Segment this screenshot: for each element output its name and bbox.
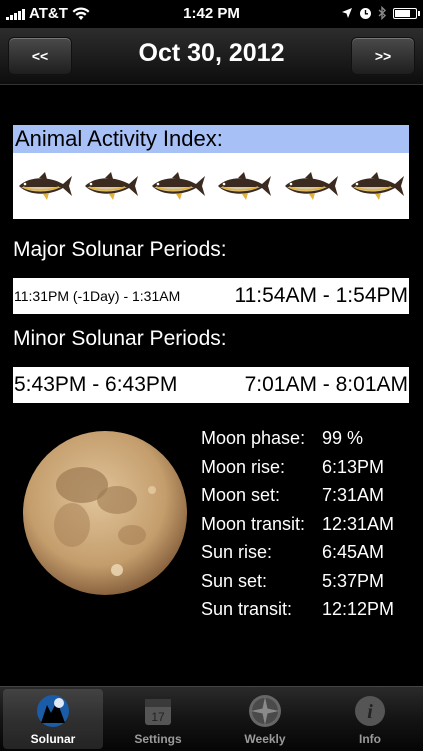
sun-transit-value: 12:12PM: [322, 599, 395, 619]
major-periods-title: Major Solunar Periods:: [13, 238, 227, 261]
solunar-icon: [37, 695, 69, 727]
tab-info-label: Info: [359, 732, 381, 746]
info-row: Sun set: 5:37PM: [201, 571, 411, 600]
info-row: Sun rise: 6:45AM: [201, 542, 411, 571]
svg-text:17: 17: [151, 710, 165, 724]
calendar-icon: 17: [145, 699, 171, 725]
status-right: [341, 6, 420, 20]
moon-phase-image: [23, 431, 187, 595]
minor-periods-title: Minor Solunar Periods:: [13, 327, 227, 350]
moon-rise-value: 6:13PM: [322, 456, 385, 477]
svg-text:i: i: [367, 701, 373, 723]
tuna-fish-icon: [218, 172, 272, 200]
minor-periods-row: 5:43PM - 6:43PM 7:01AM - 8:01AM: [13, 367, 409, 403]
compass-icon: [249, 695, 281, 727]
status-bar: AT&T 1:42 PM: [0, 0, 423, 28]
tuna-fish-icon: [284, 172, 338, 200]
sun-rise-label: Sun rise:: [201, 542, 273, 562]
date-title: Oct 30, 2012: [138, 39, 285, 67]
major-period-1: 11:31PM (-1Day) - 1:31AM: [14, 288, 181, 304]
major-periods-row: 11:31PM (-1Day) - 1:31AM 11:54AM - 1:54P…: [13, 278, 409, 314]
tab-weekly[interactable]: Weekly: [215, 689, 315, 749]
info-row: Moon rise: 6:13PM: [201, 457, 411, 486]
activity-index-header: Animal Activity Index:: [13, 125, 409, 153]
moon-phase-label: Moon phase:: [201, 428, 306, 448]
minor-period-2: 7:01AM - 8:01AM: [244, 373, 408, 396]
location-arrow-icon: [342, 8, 352, 18]
activity-index-fish-row: [13, 153, 409, 219]
bluetooth-icon: [378, 6, 387, 20]
info-icon: i: [355, 696, 385, 726]
moon-transit-label: Moon transit:: [201, 513, 306, 534]
info-row: Moon set: 7:31AM: [201, 485, 411, 514]
alarm-clock-icon: [360, 7, 371, 19]
moon-sun-info: Moon phase: 99 % Moon rise: 6:13PM Moon …: [201, 428, 411, 628]
info-row: Moon transit: 12:31AM: [201, 514, 411, 543]
tab-solunar-label: Solunar: [30, 732, 76, 746]
sun-set-label: Sun set:: [201, 570, 268, 591]
tuna-fish-icon: [350, 172, 404, 200]
previous-day-button[interactable]: <<: [8, 37, 72, 75]
battery-icon: [393, 7, 420, 19]
info-row: Sun transit: 12:12PM: [201, 599, 411, 628]
moon-transit-value: 12:31AM: [322, 513, 395, 534]
tab-weekly-label: Weekly: [244, 732, 286, 746]
sun-set-value: 5:37PM: [322, 570, 385, 591]
tab-solunar[interactable]: Solunar: [3, 689, 103, 749]
tab-settings[interactable]: 17 Settings: [108, 689, 208, 749]
tab-settings-label: Settings: [134, 732, 182, 746]
info-row: Moon phase: 99 %: [201, 428, 411, 457]
sun-transit-label: Sun transit:: [201, 599, 293, 619]
navigation-bar: << Oct 30, 2012 >>: [0, 28, 423, 85]
major-period-2: 11:54AM - 1:54PM: [234, 284, 408, 307]
moon-rise-label: Moon rise:: [201, 456, 286, 477]
tab-info[interactable]: i Info: [320, 689, 420, 749]
moon-set-value: 7:31AM: [322, 485, 385, 505]
moon-phase-value: 99 %: [322, 428, 364, 448]
sun-rise-value: 6:45AM: [322, 542, 385, 562]
tuna-fish-icon: [85, 172, 139, 200]
tab-bar: Solunar 17 Settings Weekly i Info: [0, 686, 423, 751]
minor-period-1: 5:43PM - 6:43PM: [14, 373, 178, 396]
moon-set-label: Moon set:: [201, 485, 281, 505]
next-day-button[interactable]: >>: [351, 37, 415, 75]
tuna-fish-icon: [19, 172, 72, 200]
tuna-fish-icon: [151, 172, 205, 200]
